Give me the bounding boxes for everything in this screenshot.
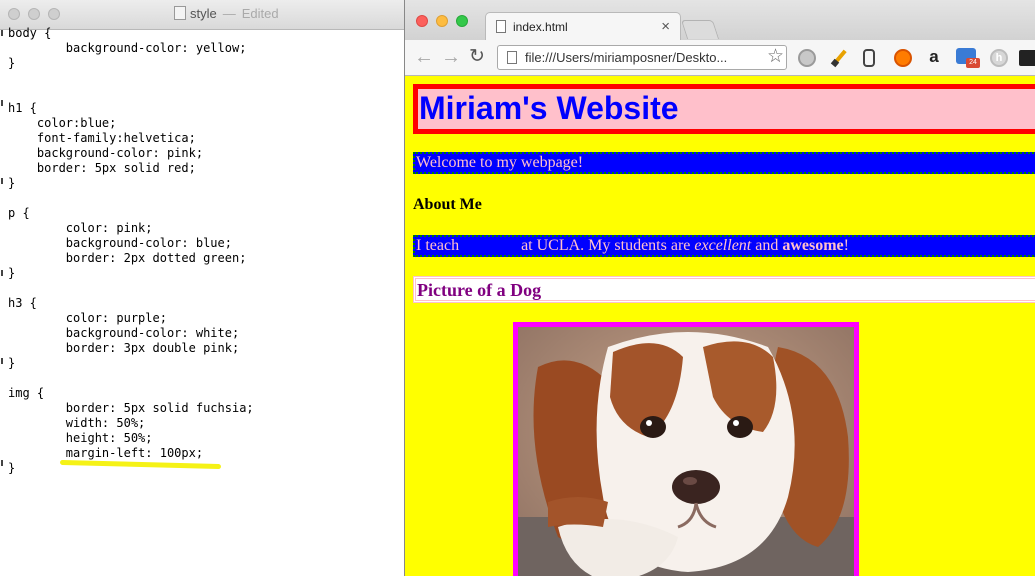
browser-zoom-button[interactable]	[456, 15, 468, 27]
editor-zoom-button[interactable]	[48, 8, 60, 20]
margin-tick	[1, 178, 3, 184]
amazon-icon[interactable]: a	[925, 48, 943, 67]
edited-status: Edited	[241, 6, 279, 21]
file-icon	[507, 51, 517, 64]
editor-close-button[interactable]	[8, 8, 20, 20]
browser-toolbar: ← → ↻ file:///Users/miriamposner/Deskto.…	[405, 40, 1035, 76]
browser-close-button[interactable]	[416, 15, 428, 27]
welcome-paragraph: Welcome to my webpage!	[413, 152, 1035, 174]
url-text[interactable]: file:///Users/miriamposner/Deskto...	[525, 50, 727, 65]
about-heading: About Me	[413, 196, 482, 213]
editor-filename: style	[190, 6, 217, 21]
new-tab-button[interactable]	[680, 20, 720, 39]
dog-subheading: Picture of a Dog	[413, 276, 1035, 303]
margin-tick	[1, 358, 3, 364]
page-viewport[interactable]: Miriam's Website Welcome to my webpage! …	[405, 76, 1035, 576]
browser-window: index.html × ← → ↻ file:///Users/miriamp…	[404, 0, 1035, 576]
tab-close-icon[interactable]: ×	[661, 18, 670, 35]
evernote-icon[interactable]	[863, 49, 875, 67]
calendar-icon[interactable]: 24	[956, 48, 980, 68]
record-icon[interactable]	[798, 49, 816, 67]
margin-tick	[1, 460, 3, 466]
forward-button[interactable]: →	[441, 46, 461, 68]
teach-strong: awesome	[782, 237, 844, 254]
editor-minimize-button[interactable]	[28, 8, 40, 20]
bookmark-star-icon[interactable]: ☆	[767, 46, 784, 68]
puppy-illustration	[518, 327, 854, 576]
tab-bar: index.html ×	[405, 0, 1035, 42]
title-separator: —	[222, 6, 236, 21]
teach-paragraph: I teach at UCLA. My students are excelle…	[413, 235, 1035, 257]
teach-text: and	[755, 237, 779, 254]
page-heading: Miriam's Website	[413, 84, 1035, 134]
puppy-photo	[513, 322, 859, 576]
margin-tick	[1, 30, 3, 36]
screen-icon[interactable]	[1019, 50, 1035, 66]
browser-minimize-button[interactable]	[436, 15, 448, 27]
pen-icon[interactable]	[830, 49, 848, 68]
teach-emphasis: excellent	[694, 237, 752, 254]
tab-label: index.html	[513, 20, 568, 34]
teach-text: at UCLA. My students are	[521, 237, 691, 254]
margin-tick	[1, 100, 3, 106]
teach-text: I teach	[416, 237, 460, 254]
reload-button[interactable]: ↻	[469, 46, 485, 68]
margin-tick	[1, 270, 3, 276]
tab-index-html[interactable]: index.html ×	[485, 12, 681, 42]
css-code[interactable]: body { background-color: yellow; } h1 { …	[8, 26, 254, 476]
calendar-badge: 24	[966, 58, 980, 68]
address-bar[interactable]: file:///Users/miriamposner/Deskto... ☆	[497, 45, 787, 70]
h-icon[interactable]: h	[990, 49, 1008, 67]
firefox-icon[interactable]	[894, 49, 912, 67]
teach-text: !	[843, 237, 849, 254]
page-icon	[496, 20, 506, 33]
back-button[interactable]: ←	[414, 46, 434, 68]
text-editor-window: style — Edited body { background-color: ye…	[0, 0, 404, 576]
document-icon	[174, 6, 186, 20]
editor-title: style — Edited	[174, 6, 279, 21]
